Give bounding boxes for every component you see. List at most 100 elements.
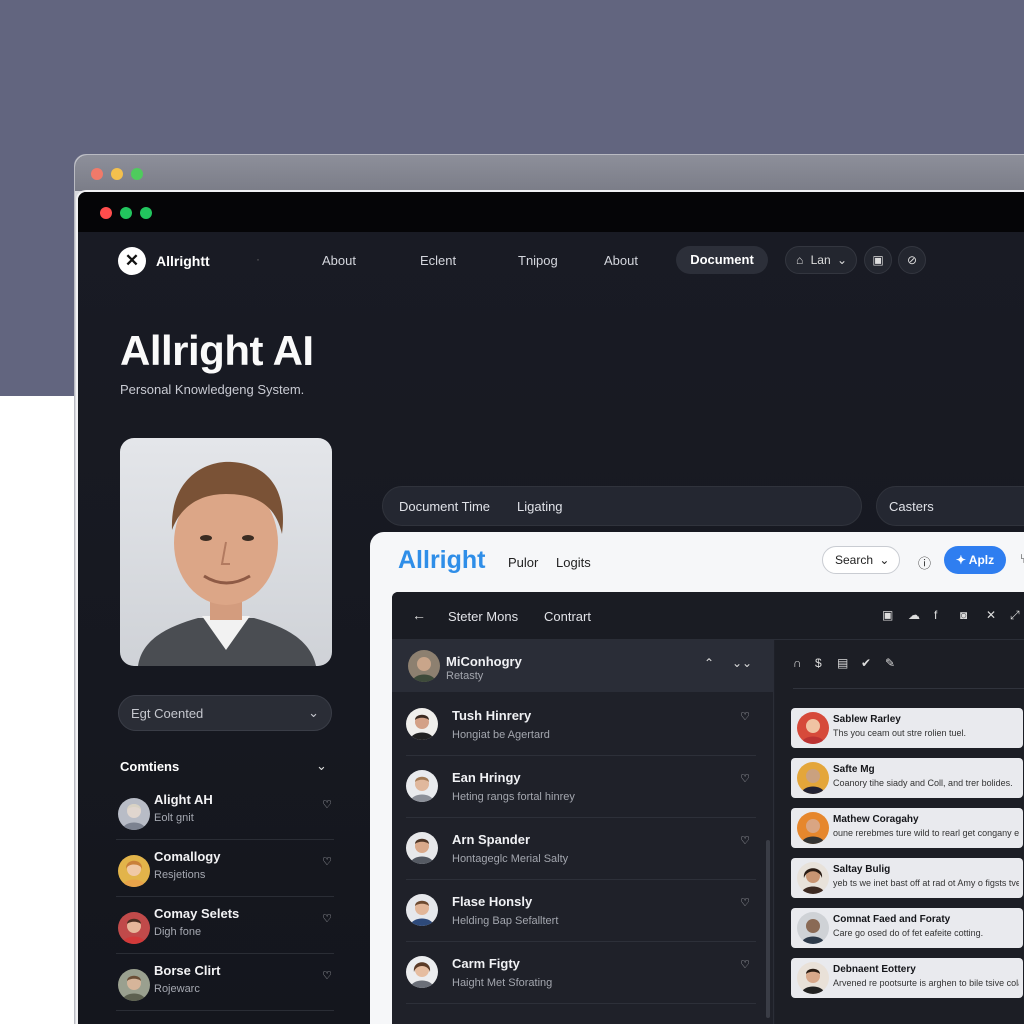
avatar bbox=[797, 912, 829, 944]
contacts-heading: Comtiens bbox=[120, 759, 180, 774]
pen-icon[interactable]: ✎ bbox=[885, 656, 895, 670]
page-subtitle: Personal Knowledgeng System. bbox=[120, 382, 305, 397]
heart-icon[interactable]: ♡ bbox=[740, 958, 750, 971]
card-link-pulor[interactable]: Pulor bbox=[508, 555, 538, 570]
conversation-sub: Heting rangs fortal hinrey bbox=[452, 791, 575, 803]
heart-icon[interactable]: ♡ bbox=[322, 798, 332, 811]
avatar bbox=[797, 862, 829, 894]
expand-icon[interactable]: ⤢ bbox=[1010, 608, 1020, 623]
chevron-down-icon[interactable]: ⌄⌄ bbox=[732, 656, 752, 670]
conversation-name: Ean Hringy bbox=[452, 770, 521, 785]
contact-item[interactable]: Comay Selets Digh fone ♡ bbox=[116, 900, 334, 954]
calendar-icon[interactable]: ▣ bbox=[864, 246, 892, 274]
contact-item[interactable]: Comallogy Resjetions ♡ bbox=[116, 843, 334, 897]
document-time-label[interactable]: Document Time bbox=[399, 499, 490, 514]
message-item[interactable]: Saltay Bulig yeb ts we inet bast off at … bbox=[791, 858, 1023, 898]
chevron-down-icon: ⌄ bbox=[308, 705, 319, 720]
scrollbar[interactable] bbox=[766, 840, 770, 1018]
conversation-row[interactable]: Flase Honsly Helding Bap Sefalltert ♡ bbox=[406, 880, 756, 942]
panel-title[interactable]: Steter Mons bbox=[448, 609, 518, 624]
chevron-down-icon[interactable]: ⌄ bbox=[316, 758, 327, 774]
contact-item[interactable]: Borse Clirt Rojewarc ♡ bbox=[116, 957, 334, 1011]
dollar-icon[interactable]: $ bbox=[815, 656, 822, 670]
headphones-icon[interactable]: ∩ bbox=[793, 656, 802, 670]
message-item[interactable]: Debnaent Eottery Arvened re pootsurte is… bbox=[791, 958, 1023, 998]
chevron-up-icon[interactable]: ⌃ bbox=[704, 656, 714, 670]
language-label: Lan bbox=[810, 253, 831, 267]
brand-name[interactable]: Allrightt bbox=[156, 253, 210, 269]
back-arrow-icon[interactable]: ← bbox=[412, 607, 426, 623]
apply-button[interactable]: ✦ Aplz bbox=[944, 546, 1006, 574]
message-text: Arvened re pootsurte is arghen to bile t… bbox=[833, 978, 1019, 988]
card-brand[interactable]: Allright bbox=[398, 546, 486, 575]
conversation-row[interactable]: Ean Hringy Heting rangs fortal hinrey ♡ bbox=[406, 756, 756, 818]
conversation-row[interactable]: Carm Figty Haight Met Sforating ♡ bbox=[406, 942, 756, 1004]
content-select[interactable]: Egt Coented ⌄ bbox=[118, 695, 332, 731]
heart-icon[interactable]: ♡ bbox=[740, 834, 750, 847]
message-sender: Mathew Coragahy bbox=[833, 814, 919, 825]
avatar bbox=[797, 762, 829, 794]
contact-item[interactable]: Alight AH Eolt gnit ♡ bbox=[116, 786, 334, 840]
maximize-dot-icon[interactable] bbox=[140, 207, 152, 219]
message-item[interactable]: Sablew Rarley Ths you ceam out stre roli… bbox=[791, 708, 1023, 748]
ligating-label[interactable]: Ligating bbox=[517, 499, 563, 514]
card-link-logits[interactable]: Logits bbox=[556, 555, 591, 570]
instagram-icon[interactable]: ◙ bbox=[960, 608, 967, 622]
heart-icon[interactable]: ♡ bbox=[322, 912, 332, 925]
twitter-icon[interactable]: ✔ bbox=[861, 656, 871, 670]
nav-link-about-2[interactable]: About bbox=[604, 253, 638, 268]
heart-icon[interactable]: ♡ bbox=[322, 855, 332, 868]
contact-sub: Digh fone bbox=[154, 926, 202, 938]
nav-link-document-active[interactable]: Document bbox=[676, 246, 768, 274]
avatar bbox=[797, 812, 829, 844]
close-dot-icon[interactable] bbox=[100, 207, 112, 219]
logo-icon[interactable]: ✕ bbox=[118, 247, 146, 275]
document-toolbar[interactable]: Document Time Ligating bbox=[382, 486, 862, 526]
conversation-name: Flase Honsly bbox=[452, 894, 533, 909]
minimize-dot-icon[interactable] bbox=[111, 168, 123, 180]
apply-label: Aplz bbox=[968, 553, 995, 567]
compass-icon[interactable]: ⊘ bbox=[898, 246, 926, 274]
language-dropdown[interactable]: ⌂ Lan ⌄ bbox=[785, 246, 857, 274]
cloud-icon[interactable]: ☁ bbox=[908, 608, 920, 622]
close-icon[interactable]: ✕ bbox=[986, 608, 996, 622]
content-select-value: Egt Coented bbox=[131, 706, 204, 721]
message-item[interactable]: Safte Mg Coanory tihe siady and Coll, an… bbox=[791, 758, 1023, 798]
plus-icon: ✦ bbox=[955, 553, 966, 567]
facebook-icon[interactable]: f bbox=[934, 608, 937, 622]
chat-column: ∩ $ ▤ ✔ ✎ Sablew Rarley Ths you ceam out… bbox=[775, 640, 1024, 1024]
maximize-dot-icon[interactable] bbox=[131, 168, 143, 180]
nav-link-tnipog[interactable]: Tnipog bbox=[518, 253, 558, 268]
contact-name: Borse Clirt bbox=[154, 963, 221, 978]
avatar bbox=[118, 798, 150, 830]
nav-link-about[interactable]: About bbox=[322, 253, 356, 268]
heart-icon[interactable]: ♡ bbox=[740, 710, 750, 723]
heart-icon[interactable]: ♡ bbox=[740, 772, 750, 785]
heart-icon[interactable]: ♡ bbox=[740, 896, 750, 909]
conversation-row[interactable]: Tush Hinrery Hongiat be Agertard ♡ bbox=[406, 694, 756, 756]
bell-icon: ⌂ bbox=[796, 253, 804, 267]
image-icon[interactable]: ▣ bbox=[882, 608, 893, 622]
heart-icon[interactable]: ♡ bbox=[322, 969, 332, 982]
conversation-row[interactable]: Arn Spander Hontageglc Merial Salty ♡ bbox=[406, 818, 756, 880]
panel-header: ← Steter Mons Contrart ▣ ☁ f ◙ ✕ ⤢ bbox=[392, 592, 1024, 640]
conversation-name: Tush Hinrery bbox=[452, 708, 532, 723]
selected-conversation[interactable]: MiConhogry Retasty ⌃ ⌄⌄ bbox=[392, 640, 774, 692]
nav-link-eclent[interactable]: Eclent bbox=[420, 253, 456, 268]
message-item[interactable]: Mathew Coragahy oune rerebmes ture wild … bbox=[791, 808, 1023, 848]
info-icon[interactable]: ⓘ bbox=[918, 553, 931, 572]
share-icon[interactable]: ⑂ bbox=[1020, 551, 1024, 566]
avatar bbox=[408, 650, 440, 682]
close-dot-icon[interactable] bbox=[91, 168, 103, 180]
minimize-dot-icon[interactable] bbox=[120, 207, 132, 219]
search-dropdown[interactable]: Search ⌄ bbox=[822, 546, 900, 574]
page-title: Allright AI bbox=[120, 327, 314, 374]
casters-field[interactable]: Casters bbox=[876, 486, 1024, 526]
divider bbox=[793, 688, 1024, 689]
panel-contact-tab[interactable]: Contrart bbox=[544, 609, 591, 624]
gallery-icon[interactable]: ▤ bbox=[837, 656, 848, 670]
search-label: Search bbox=[835, 553, 874, 567]
message-item[interactable]: Comnat Faed and Foraty Care go osed do o… bbox=[791, 908, 1023, 948]
conversation-sub: Haight Met Sforating bbox=[452, 977, 553, 989]
avatar bbox=[406, 708, 438, 740]
